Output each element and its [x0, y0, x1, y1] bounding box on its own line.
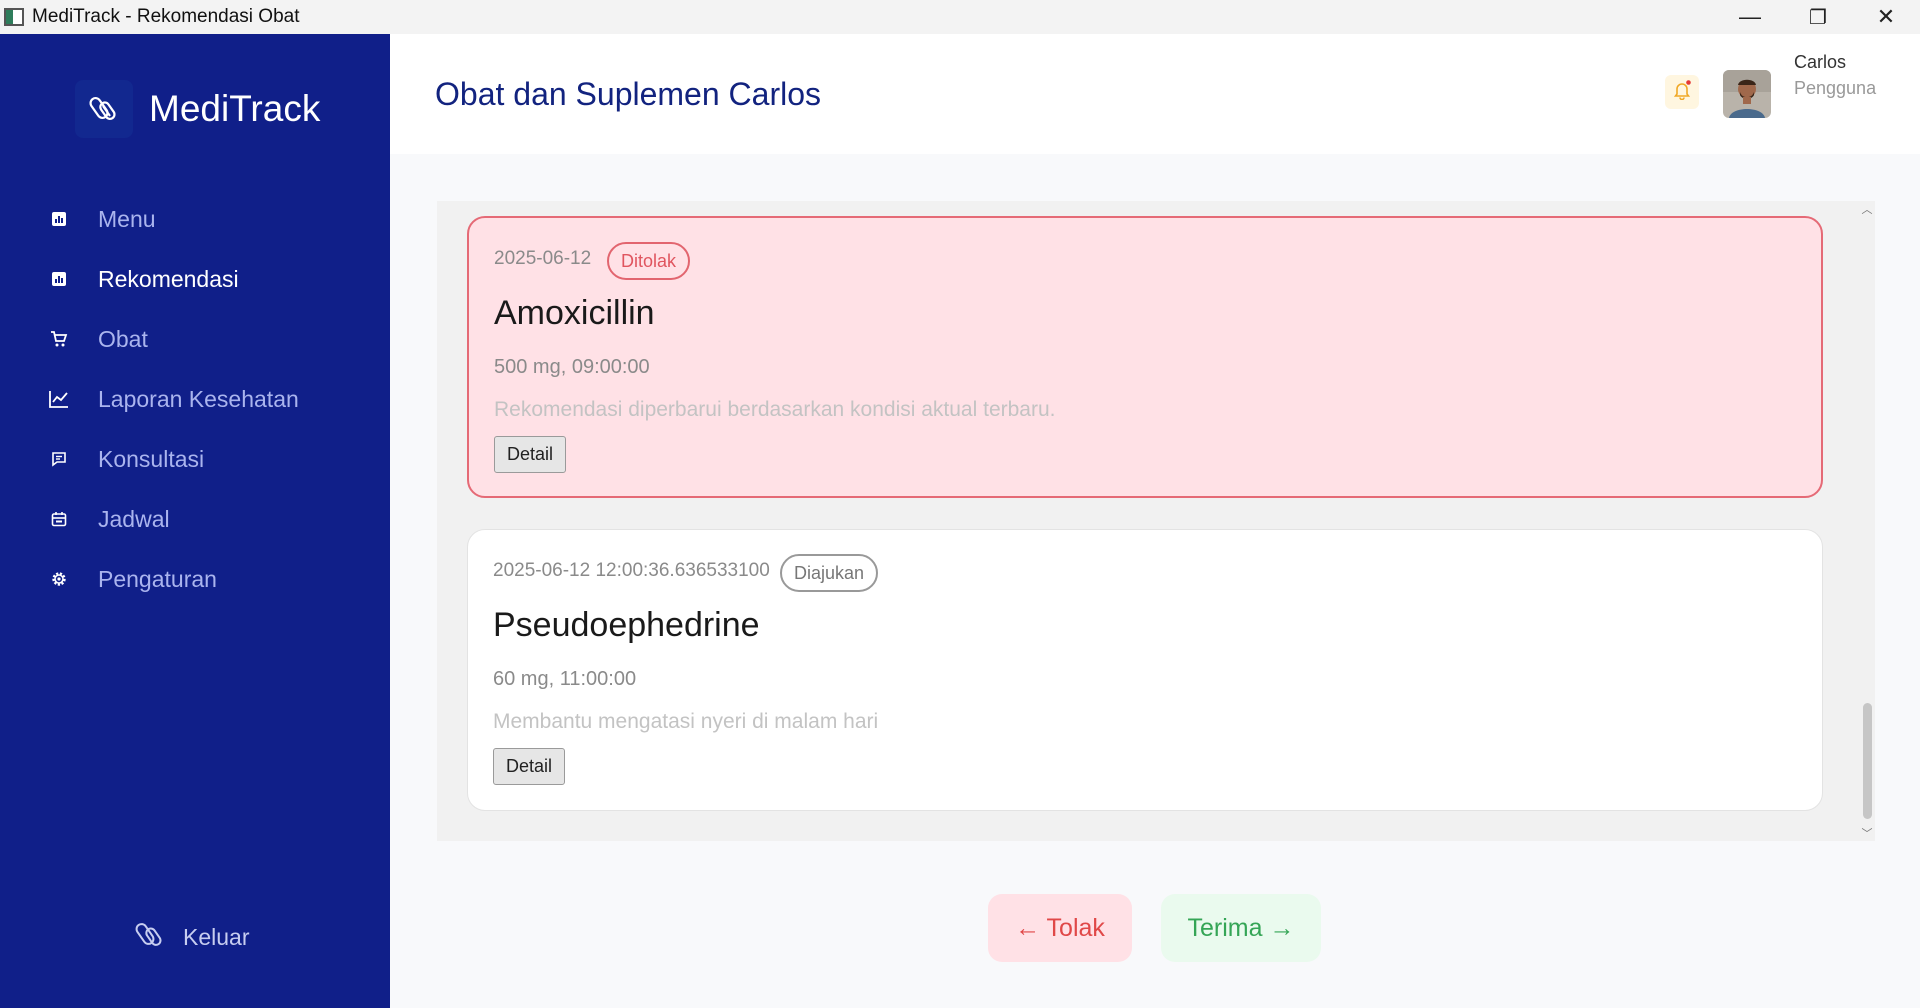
sidebar-item-rekomendasi[interactable]: Rekomendasi	[0, 249, 390, 309]
sidebar-item-jadwal[interactable]: Jadwal	[0, 489, 390, 549]
avatar[interactable]	[1723, 70, 1771, 118]
medicine-name: Pseudoephedrine	[493, 606, 760, 644]
user-name: Carlos	[1794, 52, 1847, 72]
chart-icon	[49, 269, 69, 289]
recommendation-note: Rekomendasi diperbarui berdasarkan kondi…	[494, 398, 1056, 421]
line-chart-icon	[49, 389, 69, 409]
status-badge: Diajukan	[780, 554, 879, 592]
sidebar-item-label: Obat	[98, 325, 148, 352]
window-title: MediTrack - Rekomendasi Obat	[32, 6, 300, 27]
scroll-down-icon[interactable]: ﹀	[1859, 825, 1875, 841]
medicine-name: Amoxicillin	[494, 294, 655, 332]
app-icon	[4, 8, 24, 26]
accept-button[interactable]: Terima →	[1161, 894, 1321, 962]
user-role: Pengguna	[1794, 78, 1877, 98]
recommendation-note: Membantu mengatasi nyeri di malam hari	[493, 710, 879, 733]
main-header: Obat dan Suplemen Carlos Carlos Pengguna	[390, 34, 1920, 154]
pill-icon	[75, 80, 133, 138]
gear-icon	[49, 569, 69, 589]
logout-label: Keluar	[183, 924, 250, 950]
sidebar-item-label: Laporan Kesehatan	[98, 385, 299, 412]
medicine-dose: 500 mg, 09:00:00	[494, 356, 650, 378]
recommendation-card: 2025-06-12 Ditolak Amoxicillin 500 mg, 0…	[467, 216, 1823, 498]
logout-button[interactable]: Keluar	[135, 920, 249, 955]
chart-icon	[49, 209, 69, 229]
bell-icon	[1673, 79, 1691, 105]
minimize-button[interactable]: —	[1716, 0, 1784, 34]
vertical-scrollbar[interactable]: ︿ ﹀	[1859, 201, 1875, 841]
calendar-icon	[49, 509, 69, 529]
scroll-up-icon[interactable]: ︿	[1859, 201, 1875, 217]
restore-button[interactable]: ❐	[1784, 0, 1852, 34]
detail-button[interactable]: Detail	[494, 436, 566, 473]
recommendation-date: 2025-06-12 12:00:36.636533100	[493, 560, 770, 581]
pill-icon	[135, 920, 165, 955]
sidebar-item-label: Jadwal	[98, 505, 170, 532]
recommendation-list[interactable]: 2025-06-12 Ditolak Amoxicillin 500 mg, 0…	[437, 201, 1875, 841]
scroll-thumb[interactable]	[1863, 703, 1872, 819]
recommendation-date: 2025-06-12	[494, 248, 592, 269]
notification-button[interactable]	[1665, 75, 1699, 109]
sidebar: MediTrack Menu Rekomendasi Obat Laporan …	[0, 34, 390, 1008]
sidebar-item-laporan-kesehatan[interactable]: Laporan Kesehatan	[0, 369, 390, 429]
cart-icon	[49, 329, 69, 349]
message-icon	[49, 449, 69, 469]
detail-button[interactable]: Detail	[493, 748, 565, 785]
window-title-bar: MediTrack - Rekomendasi Obat — ❐ ✕	[0, 0, 1920, 34]
sidebar-item-menu[interactable]: Menu	[0, 189, 390, 249]
sidebar-item-konsultasi[interactable]: Konsultasi	[0, 429, 390, 489]
sidebar-item-obat[interactable]: Obat	[0, 309, 390, 369]
sidebar-item-label: Pengaturan	[98, 565, 217, 592]
brand-name: MediTrack	[149, 88, 321, 129]
medicine-dose: 60 mg, 11:00:00	[493, 668, 637, 690]
sidebar-item-label: Rekomendasi	[98, 265, 239, 292]
window-controls: — ❐ ✕	[1716, 0, 1920, 34]
brand-logo: MediTrack	[75, 80, 320, 138]
recommendation-card: 2025-06-12 12:00:36.636533100 Diajukan P…	[467, 529, 1823, 811]
sidebar-item-label: Menu	[98, 205, 156, 232]
sidebar-nav: Menu Rekomendasi Obat Laporan Kesehatan …	[0, 189, 390, 609]
status-badge: Ditolak	[607, 242, 691, 280]
sidebar-item-label: Konsultasi	[98, 445, 205, 472]
reject-button[interactable]: ← Tolak	[988, 894, 1132, 962]
main-content: 2025-06-12 Ditolak Amoxicillin 500 mg, 0…	[390, 154, 1920, 1008]
sidebar-item-pengaturan[interactable]: Pengaturan	[0, 549, 390, 609]
close-button[interactable]: ✕	[1852, 0, 1920, 34]
page-title: Obat dan Suplemen Carlos	[435, 76, 821, 112]
